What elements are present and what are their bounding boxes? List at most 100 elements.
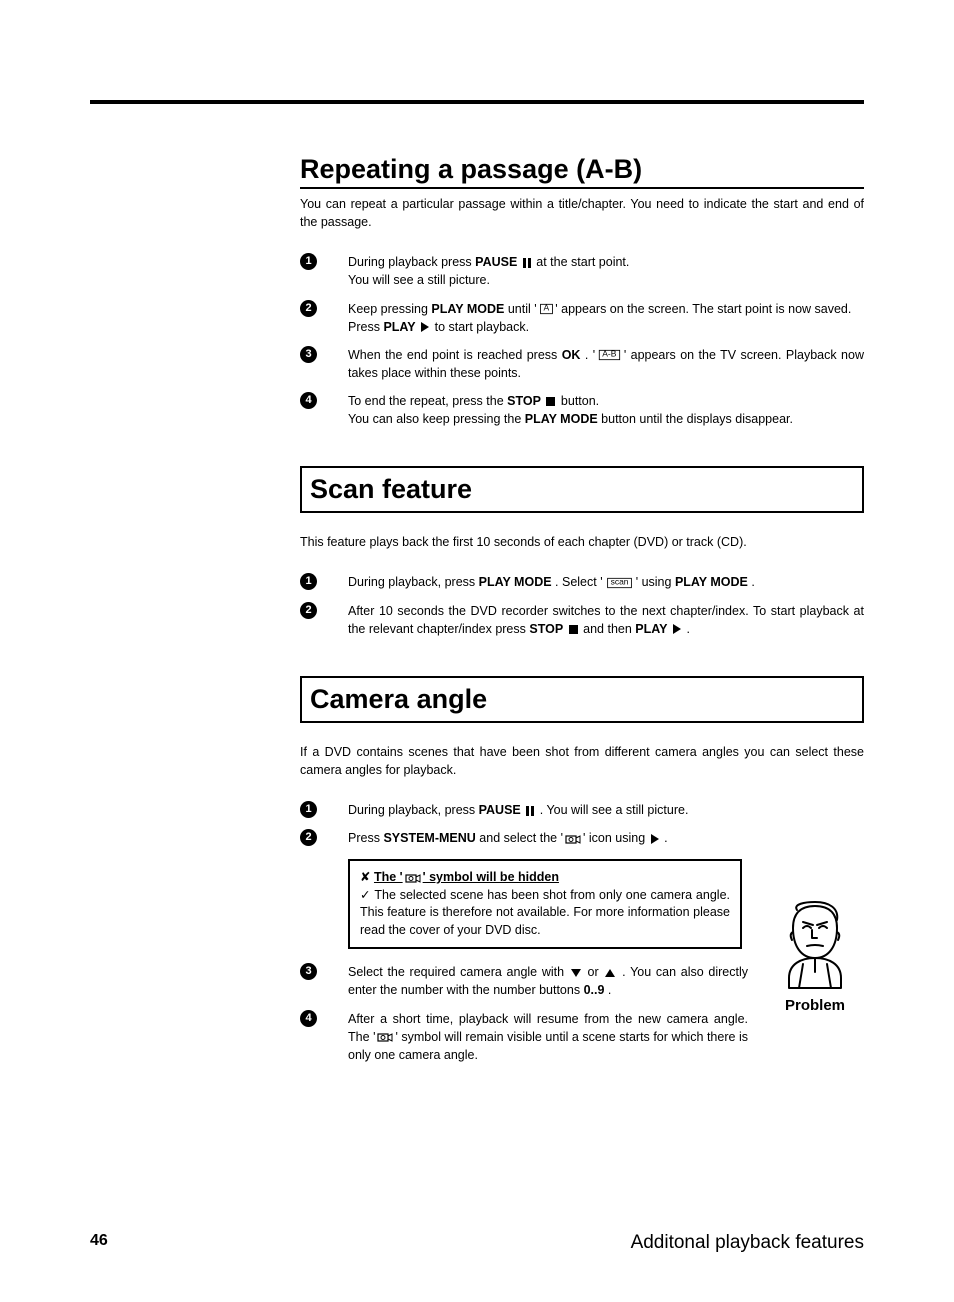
button-label-stop: STOP <box>529 622 563 636</box>
chapter-title: Additonal playback features <box>631 1232 864 1254</box>
osd-symbol-a: A <box>540 304 552 314</box>
step-text: . You will see a still picture. <box>540 803 689 817</box>
problem-illustration: Problem <box>770 900 860 1014</box>
button-label-digits: 0..9 <box>584 983 605 997</box>
step-row: 4 After a short time, playback will resu… <box>300 1010 864 1064</box>
step-number-icon: 1 <box>300 253 317 270</box>
step-text: . <box>751 575 754 589</box>
step-text: During playback, press <box>348 575 479 589</box>
step-text: You can also keep pressing the <box>348 412 525 426</box>
step-text: ' symbol will remain visible until a sce… <box>348 1030 748 1062</box>
step-text: and select the ' <box>479 831 563 845</box>
step-text: . Select ' <box>555 575 603 589</box>
step-text: . <box>686 622 689 636</box>
section-intro: You can repeat a particular passage with… <box>300 195 864 231</box>
step-row: 1 During playback, press PAUSE . You wil… <box>300 801 864 819</box>
camera-angle-icon <box>377 1031 393 1043</box>
step-text: When the end point is reached press <box>348 348 562 362</box>
step-text: and then <box>583 622 635 636</box>
step-text: You will see a still picture. <box>348 273 490 287</box>
step-number-icon: 4 <box>300 392 317 409</box>
pause-icon <box>523 258 531 268</box>
section-heading-scan: Scan feature <box>300 466 864 513</box>
problem-label: Problem <box>770 997 860 1014</box>
play-icon <box>673 624 681 634</box>
step-body: After a short time, playback will resume… <box>348 1010 748 1064</box>
camera-angle-icon <box>565 833 581 845</box>
step-row: 1 During playback press PAUSE at the sta… <box>300 253 864 289</box>
step-text: During playback press <box>348 255 475 269</box>
step-number-icon: 3 <box>300 963 317 980</box>
camera-angle-icon <box>405 872 421 884</box>
step-number-icon: 1 <box>300 801 317 818</box>
step-row: 4 To end the repeat, press the STOP butt… <box>300 392 864 428</box>
step-body: Keep pressing PLAY MODE until 'A' appear… <box>348 300 864 336</box>
step-text: ' icon using <box>583 831 649 845</box>
down-arrow-icon <box>571 969 581 977</box>
section-heading-camera-angle: Camera angle <box>300 676 864 723</box>
step-text: until ' <box>508 302 537 316</box>
step-text: to start playback. <box>435 320 530 334</box>
step-row: 3 When the end point is reached press OK… <box>300 346 864 382</box>
cross-icon: ✘ <box>360 870 370 884</box>
step-text: Press <box>348 320 383 334</box>
note-box: ✘ The '' symbol will be hidden ✓ The sel… <box>348 859 742 949</box>
button-label-playmode: PLAY MODE <box>525 412 598 426</box>
check-icon: ✓ <box>360 888 371 902</box>
step-text: During playback, press <box>348 803 479 817</box>
step-body: When the end point is reached press OK .… <box>348 346 864 382</box>
right-arrow-icon <box>651 834 659 844</box>
step-text: button. <box>561 394 599 408</box>
step-row: 1 During playback, press PLAY MODE . Sel… <box>300 573 864 591</box>
top-rule <box>90 100 864 104</box>
step-text: . <box>608 983 611 997</box>
button-label-ok: OK <box>562 348 581 362</box>
osd-symbol-ab: A-B <box>599 350 620 360</box>
step-number-icon: 3 <box>300 346 317 363</box>
manual-page: Repeating a passage (A-B) You can repeat… <box>0 0 954 1302</box>
step-text: Press <box>348 831 383 845</box>
step-row: 2 Press SYSTEM-MENU and select the ' ' ic… <box>300 829 864 847</box>
step-text: ' appears on the screen. The start point… <box>555 302 851 316</box>
button-label-stop: STOP <box>507 394 541 408</box>
pause-icon <box>526 806 534 816</box>
play-icon <box>421 322 429 332</box>
section-intro: If a DVD contains scenes that have been … <box>300 743 864 779</box>
button-label-playmode: PLAY MODE <box>431 302 504 316</box>
step-text: . ' <box>585 348 595 362</box>
button-label-playmode: PLAY MODE <box>675 575 748 589</box>
button-label-play: PLAY <box>635 622 667 636</box>
step-text: To end the repeat, press the <box>348 394 507 408</box>
step-body: After 10 seconds the DVD recorder switch… <box>348 602 864 638</box>
stop-icon <box>569 625 578 634</box>
step-body: Select the required camera angle with or… <box>348 963 748 999</box>
page-footer: 46 Additonal playback features <box>0 1232 954 1254</box>
step-number-icon: 1 <box>300 573 317 590</box>
step-body: During playback, press PLAY MODE . Selec… <box>348 573 864 591</box>
step-text: Keep pressing <box>348 302 431 316</box>
button-label-system-menu: SYSTEM-MENU <box>383 831 475 845</box>
step-number-icon: 2 <box>300 602 317 619</box>
stop-icon <box>546 397 555 406</box>
section-intro: This feature plays back the first 10 sec… <box>300 533 864 551</box>
step-text: at the start point. <box>536 255 629 269</box>
step-row: 2 After 10 seconds the DVD recorder swit… <box>300 602 864 638</box>
step-text: Select the required camera angle with <box>348 965 569 979</box>
button-label-play: PLAY <box>383 320 415 334</box>
note-title-text: ' symbol will be hidden <box>423 870 559 884</box>
button-label-pause: PAUSE <box>479 803 521 817</box>
step-body: During playback, press PAUSE . You will … <box>348 801 748 819</box>
step-number-icon: 2 <box>300 829 317 846</box>
button-label-pause: PAUSE <box>475 255 517 269</box>
button-label-playmode: PLAY MODE <box>479 575 552 589</box>
page-number: 46 <box>90 1232 108 1254</box>
step-body: Press SYSTEM-MENU and select the ' ' icon… <box>348 829 748 847</box>
step-row: 2 Keep pressing PLAY MODE until 'A' appe… <box>300 300 864 336</box>
up-arrow-icon <box>605 969 615 977</box>
step-body: To end the repeat, press the STOP button… <box>348 392 864 428</box>
step-number-icon: 4 <box>300 1010 317 1027</box>
step-text: . <box>664 831 667 845</box>
note-body-text: The selected scene has been shot from on… <box>360 888 730 937</box>
osd-symbol-scan: scan <box>607 578 632 588</box>
step-text: ' using <box>636 575 675 589</box>
